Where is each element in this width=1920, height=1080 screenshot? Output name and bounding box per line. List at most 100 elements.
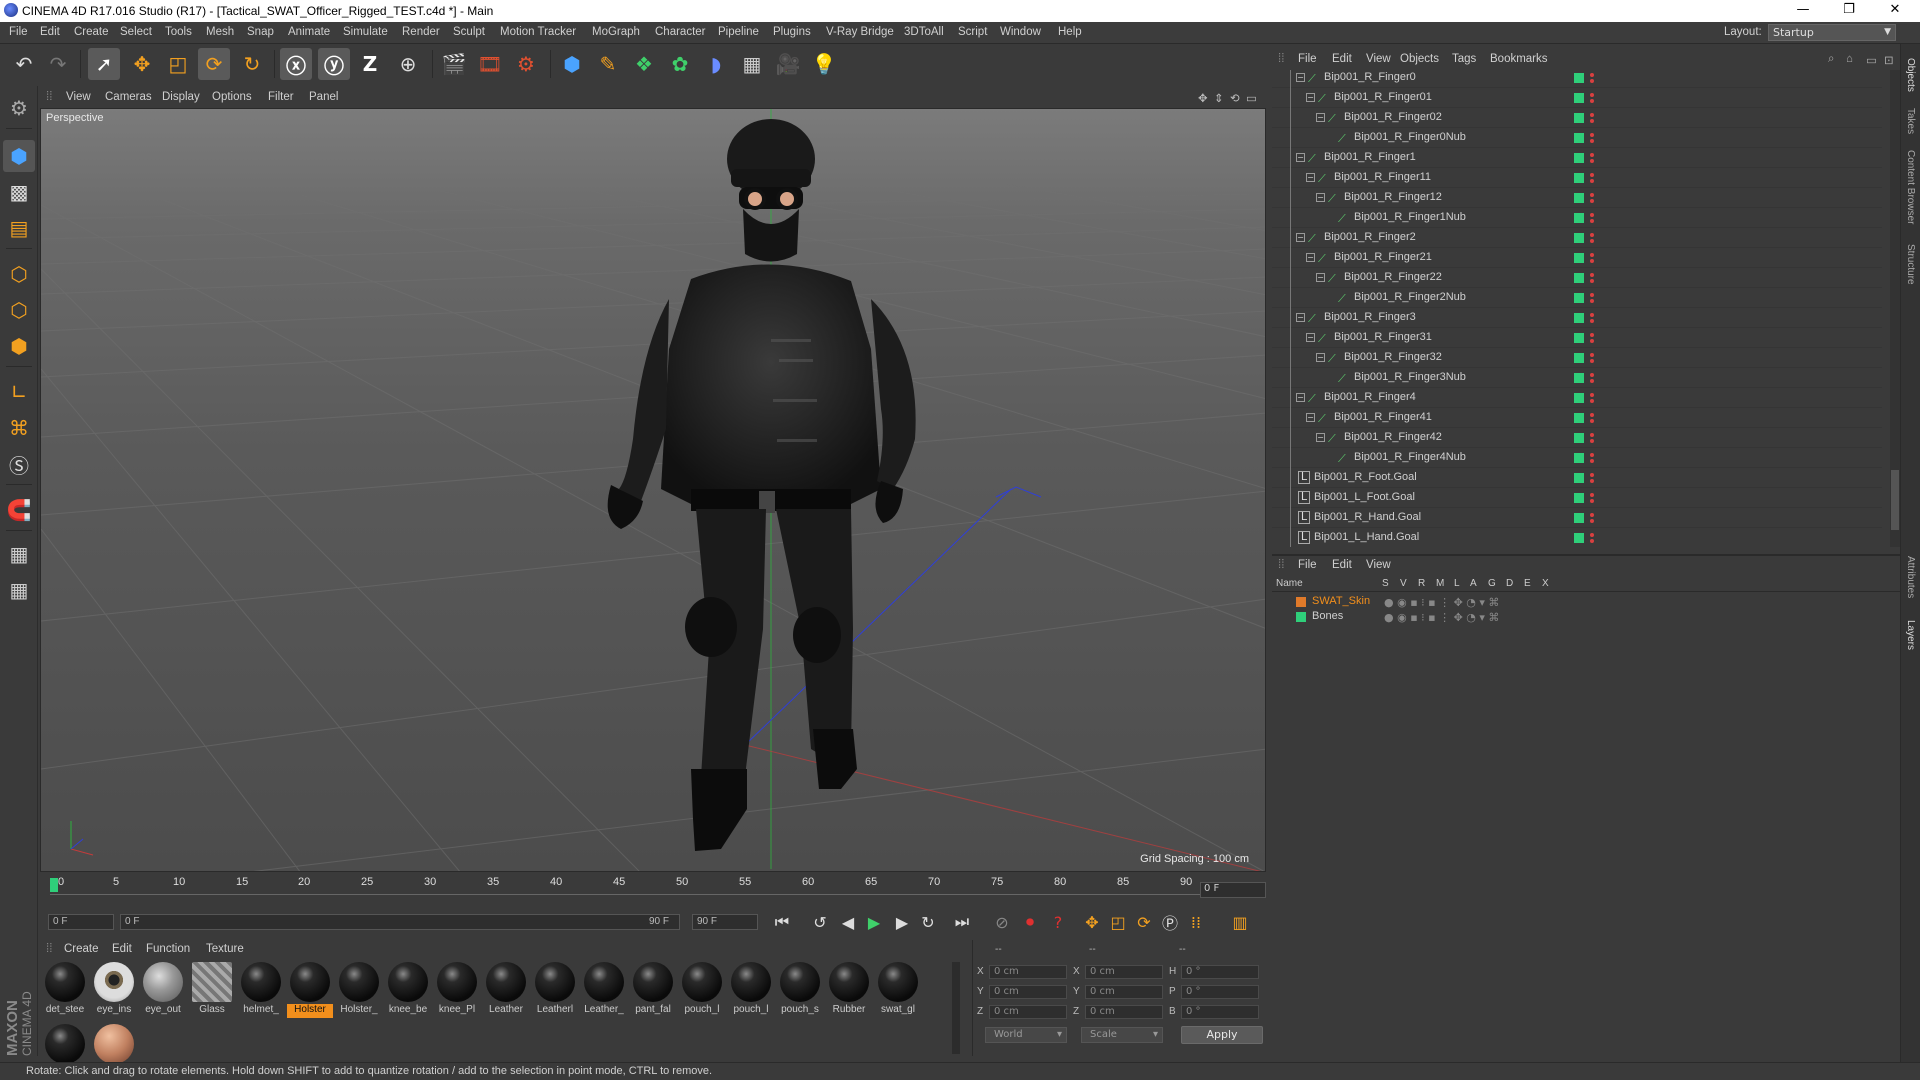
editor-visibility-dot[interactable]: [1590, 313, 1594, 317]
object-row[interactable]: − ⟋ Bip001_R_Finger11: [1272, 168, 1882, 188]
render-visibility-dot[interactable]: [1590, 459, 1594, 463]
polygons-mode-button[interactable]: ⬢: [3, 330, 35, 362]
viewport-menu-panel[interactable]: Panel: [309, 91, 338, 103]
rotation-h-field[interactable]: 0 °: [1181, 965, 1259, 979]
object-row[interactable]: L Bip001_L_Foot.Goal: [1272, 488, 1882, 508]
editor-visibility-dot[interactable]: [1590, 133, 1594, 137]
menu-tools[interactable]: Tools: [165, 26, 192, 38]
object-name[interactable]: Bip001_R_Hand.Goal: [1314, 511, 1421, 523]
layer-color-swatch[interactable]: [1574, 473, 1584, 483]
search-icon[interactable]: ⌕: [1828, 53, 1834, 66]
render-visibility-dot[interactable]: [1590, 99, 1594, 103]
keyframe-selection-button[interactable]: ?: [1046, 910, 1070, 934]
next-key-button[interactable]: ↻: [916, 910, 940, 934]
material-swatch[interactable]: eye_ins: [91, 962, 137, 1020]
editor-visibility-dot[interactable]: [1590, 173, 1594, 177]
object-row[interactable]: ⟋ Bip001_R_Finger2Nub: [1272, 288, 1882, 308]
size-x-field[interactable]: 0 cm: [1085, 965, 1163, 979]
key-scale-button[interactable]: ◰: [1106, 910, 1130, 934]
collapse-toggle-icon[interactable]: −: [1316, 193, 1325, 202]
render-visibility-dot[interactable]: [1590, 79, 1594, 83]
layer-toggle-icons[interactable]: ● ◉ ▪ ⁝ ▪ ⋮ ✥ ◔ ▾ ⌘: [1384, 596, 1499, 609]
viewport-move-icon[interactable]: ✥: [1198, 91, 1208, 105]
viewport-zoom-icon[interactable]: ⇕: [1214, 91, 1224, 105]
render-visibility-dot[interactable]: [1590, 279, 1594, 283]
add-light-button[interactable]: 💡: [808, 48, 840, 80]
menu-select[interactable]: Select: [120, 26, 152, 38]
object-name[interactable]: Bip001_R_Finger0: [1324, 71, 1416, 83]
material-menu-edit[interactable]: Edit: [112, 943, 132, 955]
object-name[interactable]: Bip001_R_Finger0Nub: [1354, 131, 1466, 143]
render-visibility-dot[interactable]: [1590, 119, 1594, 123]
lm-menu-view[interactable]: View: [1366, 559, 1391, 571]
key-pla-button[interactable]: ⁞⁞: [1184, 910, 1208, 934]
menu-help[interactable]: Help: [1058, 26, 1082, 38]
render-visibility-dot[interactable]: [1590, 139, 1594, 143]
layer-column-visible[interactable]: V: [1400, 578, 1407, 589]
layer-column-xrefs[interactable]: X: [1542, 578, 1549, 589]
collapse-toggle-icon[interactable]: −: [1296, 73, 1305, 82]
timeline-button[interactable]: ▥: [1228, 910, 1252, 934]
object-name[interactable]: Bip001_R_Foot.Goal: [1314, 471, 1417, 483]
layer-color-swatch[interactable]: [1574, 113, 1584, 123]
object-row[interactable]: − ⟋ Bip001_R_Finger12: [1272, 188, 1882, 208]
add-array-button[interactable]: ✿: [664, 48, 696, 80]
size-z-field[interactable]: 0 cm: [1085, 1005, 1163, 1019]
object-name[interactable]: Bip001_R_Finger1Nub: [1354, 211, 1466, 223]
om-menu-view[interactable]: View: [1366, 53, 1391, 65]
menu-mesh[interactable]: Mesh: [206, 26, 234, 38]
layer-color-swatch[interactable]: [1574, 433, 1584, 443]
perspective-viewport[interactable]: Perspective Grid Spacing : 100 cm: [40, 108, 1266, 872]
end-frame-field[interactable]: 90 F: [692, 914, 758, 930]
locked-workplane-button[interactable]: ▦: [3, 538, 35, 570]
apply-button[interactable]: Apply: [1181, 1026, 1263, 1044]
layer-column-deformers[interactable]: D: [1506, 578, 1513, 589]
close-button[interactable]: ✕: [1872, 0, 1918, 22]
om-menu-bookmarks[interactable]: Bookmarks: [1490, 53, 1548, 65]
editor-visibility-dot[interactable]: [1590, 193, 1594, 197]
viewport-rotate-icon[interactable]: ⟲: [1230, 91, 1240, 105]
coordinate-space-select[interactable]: World ▾: [985, 1027, 1067, 1043]
editor-visibility-dot[interactable]: [1590, 453, 1594, 457]
editor-visibility-dot[interactable]: [1590, 493, 1594, 497]
object-name[interactable]: Bip001_R_Finger32: [1344, 351, 1442, 363]
editor-visibility-dot[interactable]: [1590, 213, 1594, 217]
om-menu-tags[interactable]: Tags: [1452, 53, 1476, 65]
redo-button[interactable]: ↷: [42, 48, 74, 80]
points-mode-button[interactable]: ⬡: [3, 258, 35, 290]
material-swatch[interactable]: helmet_: [238, 962, 284, 1020]
layer-name[interactable]: SWAT_Skin: [1312, 595, 1370, 607]
collapse-toggle-icon[interactable]: −: [1296, 393, 1305, 402]
object-row[interactable]: L Bip001_R_Hand.Goal: [1272, 508, 1882, 528]
menu-character[interactable]: Character: [655, 26, 706, 38]
layer-color-swatch[interactable]: [1574, 233, 1584, 243]
viewport-menu-filter[interactable]: Filter: [268, 91, 294, 103]
layer-color-swatch[interactable]: [1574, 453, 1584, 463]
tab-structure[interactable]: Structure: [1905, 244, 1916, 285]
menu-create[interactable]: Create: [74, 26, 109, 38]
layer-color-swatch[interactable]: [1574, 313, 1584, 323]
layer-column-locked[interactable]: L: [1454, 578, 1460, 589]
timeline-ruler[interactable]: 0 5 10 15 20 25 30 35 40 45 50 55 60 65 …: [40, 874, 1268, 906]
viewport-maximize-icon[interactable]: ▭: [1246, 91, 1257, 105]
collapse-toggle-icon[interactable]: −: [1296, 233, 1305, 242]
planar-workplane-button[interactable]: ▦: [3, 574, 35, 606]
lm-menu-file[interactable]: File: [1298, 559, 1317, 571]
object-name[interactable]: Bip001_R_Finger31: [1334, 331, 1432, 343]
menu-snap[interactable]: Snap: [247, 26, 274, 38]
collapse-toggle-icon[interactable]: −: [1306, 93, 1315, 102]
menu-vray-bridge[interactable]: V-Ray Bridge: [826, 26, 894, 38]
layer-column-solo[interactable]: S: [1382, 578, 1389, 589]
layer-column-expressions[interactable]: E: [1524, 578, 1531, 589]
size-mode-select[interactable]: Scale ▾: [1081, 1027, 1163, 1043]
swat-officer-model[interactable]: [607, 119, 916, 851]
object-row[interactable]: − ⟋ Bip001_R_Finger4: [1272, 388, 1882, 408]
layer-column-animation[interactable]: A: [1470, 578, 1477, 589]
rotation-p-field[interactable]: 0 °: [1181, 985, 1259, 999]
object-row[interactable]: − ⟋ Bip001_R_Finger02: [1272, 108, 1882, 128]
preview-range-slider[interactable]: 0 F 90 F: [120, 914, 680, 930]
render-visibility-dot[interactable]: [1590, 419, 1594, 423]
layer-name[interactable]: Bones: [1312, 610, 1343, 622]
material-swatch[interactable]: Leatherl: [532, 962, 578, 1020]
layer-row[interactable]: Bones ● ◉ ▪ ⁝ ▪ ⋮ ✥ ◔ ▾ ⌘: [1272, 609, 1900, 624]
